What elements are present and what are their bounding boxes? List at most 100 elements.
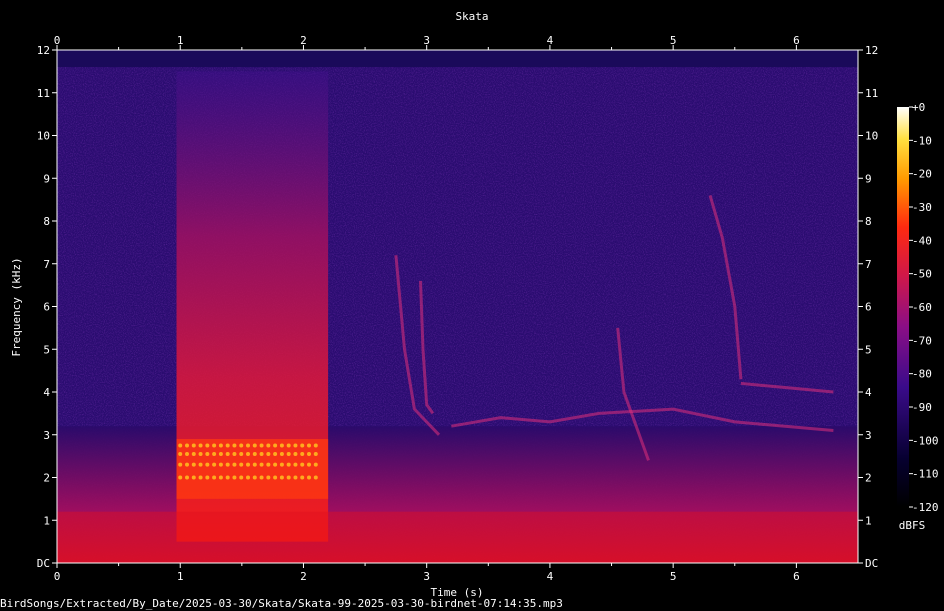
harmonic-dot	[178, 462, 183, 467]
y-tick-label-right: 7	[865, 258, 872, 271]
y-tick-label-right: 4	[865, 386, 872, 399]
colorbar-tick-label: -100	[912, 434, 939, 447]
x-tick-label-bottom: 6	[793, 570, 800, 583]
harmonic-dot	[185, 462, 190, 467]
harmonic-dot	[239, 443, 244, 448]
y-tick-label-left: 7	[43, 258, 50, 271]
harmonic-dot	[252, 451, 257, 456]
harmonic-dot	[178, 475, 183, 480]
colorbar-tick-label: -10	[912, 134, 932, 147]
harmonic-dot	[313, 451, 318, 456]
harmonic-dot	[178, 451, 183, 456]
harmonic-dot	[279, 443, 284, 448]
harmonic-dot	[218, 475, 223, 480]
colorbar	[897, 107, 909, 507]
colorbar-label: dBFS	[899, 519, 926, 532]
x-tick-label-top: 3	[423, 34, 430, 47]
harmonic-dot	[259, 451, 264, 456]
harmonic-dot	[232, 451, 237, 456]
y-tick-label-right: 11	[865, 87, 878, 100]
harmonic-dot	[279, 462, 284, 467]
harmonic-dot	[205, 462, 210, 467]
harmonic-dot	[212, 475, 217, 480]
harmonic-dot	[273, 475, 278, 480]
harmonic-dot	[185, 451, 190, 456]
harmonic-dot	[218, 451, 223, 456]
harmonic-dot	[225, 451, 230, 456]
harmonic-dot	[307, 443, 312, 448]
x-tick-label-top: 1	[177, 34, 184, 47]
harmonic-dot	[212, 451, 217, 456]
harmonic-dot	[293, 443, 298, 448]
harmonic-dot	[307, 475, 312, 480]
harmonic-dot	[313, 443, 318, 448]
x-tick-label-top: 6	[793, 34, 800, 47]
harmonic-dot	[198, 475, 203, 480]
harmonic-dot	[246, 462, 251, 467]
harmonic-dot	[232, 443, 237, 448]
harmonic-dot	[185, 475, 190, 480]
harmonic-dot	[266, 451, 271, 456]
harmonic-dot	[212, 443, 217, 448]
y-tick-label-left: 10	[37, 130, 50, 143]
x-tick-label-top: 0	[54, 34, 61, 47]
harmonic-dot	[246, 475, 251, 480]
harmonic-dot	[191, 475, 196, 480]
harmonic-dot	[246, 451, 251, 456]
colorbar-tick-label: -30	[912, 201, 932, 214]
harmonic-dot	[259, 462, 264, 467]
harmonic-dot	[218, 443, 223, 448]
colorbar-tick-label: -50	[912, 268, 932, 281]
harmonic-dot	[178, 443, 183, 448]
y-tick-label-left: 12	[37, 44, 50, 57]
harmonic-dot	[307, 451, 312, 456]
y-tick-label-left: 11	[37, 87, 50, 100]
x-tick-label-top: 2	[300, 34, 307, 47]
colorbar-tick-label: +0	[912, 101, 925, 114]
y-tick-label-left: 6	[43, 301, 50, 314]
y-tick-label-right: 9	[865, 172, 872, 185]
harmonic-dot	[266, 443, 271, 448]
harmonic-dot	[191, 462, 196, 467]
harmonic-dot	[259, 443, 264, 448]
colorbar-tick-label: -120	[912, 501, 939, 514]
harmonic-dot	[279, 475, 284, 480]
harmonic-dot	[286, 451, 291, 456]
x-tick-label-bottom: 4	[547, 570, 554, 583]
harmonic-dot	[198, 462, 203, 467]
harmonic-dot	[286, 443, 291, 448]
x-tick-label-bottom: 0	[54, 570, 61, 583]
spectrogram-chart: Skata 0123456 0123456 DC123456789101112 …	[0, 10, 939, 610]
plot-area	[57, 50, 858, 563]
harmonic-dot	[252, 462, 257, 467]
harmonic-dot	[252, 475, 257, 480]
harmonic-dot	[185, 443, 190, 448]
harmonic-dot	[205, 451, 210, 456]
harmonic-dot	[212, 462, 217, 467]
harmonic-dot	[239, 475, 244, 480]
harmonic-dot	[239, 451, 244, 456]
harmonic-dot	[300, 462, 305, 467]
x-axis-bottom: 0 1 2 3 4 5 6	[54, 563, 800, 583]
harmonic-dot	[266, 475, 271, 480]
harmonic-dot	[286, 462, 291, 467]
harmonic-dot	[239, 462, 244, 467]
harmonic-dot	[279, 451, 284, 456]
harmonic-dot	[198, 443, 203, 448]
harmonic-dot	[198, 451, 203, 456]
harmonic-dot	[232, 462, 237, 467]
y-tick-label-right: 3	[865, 429, 872, 442]
colorbar-tick-label: -90	[912, 401, 932, 414]
harmonic-dot	[300, 443, 305, 448]
harmonic-dot	[273, 462, 278, 467]
y-tick-label-left: 8	[43, 215, 50, 228]
colorbar-tick-label: -20	[912, 168, 932, 181]
colorbar-tick-label: -60	[912, 301, 932, 314]
harmonic-dot	[252, 443, 257, 448]
harmonic-dot	[205, 443, 210, 448]
harmonic-dot	[293, 462, 298, 467]
x-tick-label-bottom: 2	[300, 570, 307, 583]
harmonic-dot	[225, 462, 230, 467]
harmonic-dot	[191, 443, 196, 448]
harmonic-dot	[273, 451, 278, 456]
